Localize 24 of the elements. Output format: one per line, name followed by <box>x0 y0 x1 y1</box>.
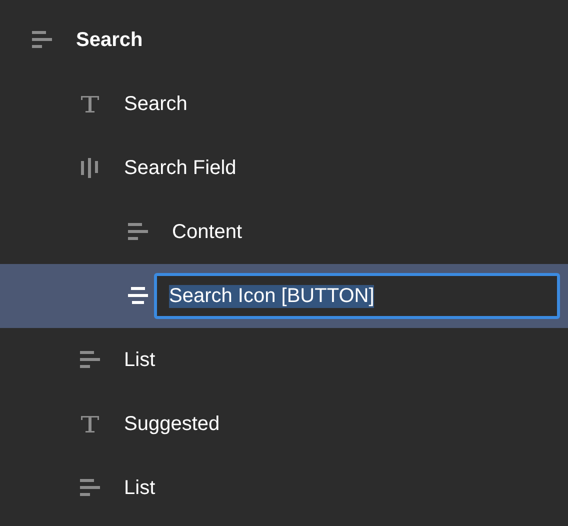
align-center-icon <box>128 286 148 306</box>
layer-name: Content <box>172 220 242 244</box>
rename-field[interactable]: Search Icon [BUTTON] <box>154 273 560 319</box>
layer-name: Suggested <box>124 412 220 436</box>
layer-name: Search <box>76 28 143 52</box>
layer-row[interactable]: Search <box>0 72 568 136</box>
layer-row[interactable]: Search Field <box>0 136 568 200</box>
layer-name: List <box>124 476 156 500</box>
align-left-icon <box>32 30 52 50</box>
layer-row[interactable]: Search Icon [BUTTON] <box>0 264 568 328</box>
layer-row[interactable]: Content <box>0 200 568 264</box>
layer-row[interactable]: Search <box>0 8 568 72</box>
layer-name: Search Field <box>124 156 236 180</box>
align-left-icon <box>80 350 100 370</box>
text-icon <box>80 94 100 114</box>
columns-icon <box>80 158 100 178</box>
align-left-icon <box>80 478 100 498</box>
align-left-icon <box>128 222 148 242</box>
text-icon <box>80 414 100 434</box>
layer-row[interactable]: List <box>0 456 568 520</box>
layer-name: Search <box>124 92 188 116</box>
layer-name: List <box>124 348 156 372</box>
layer-row[interactable]: List <box>0 328 568 392</box>
layer-row[interactable]: Suggested <box>0 392 568 456</box>
